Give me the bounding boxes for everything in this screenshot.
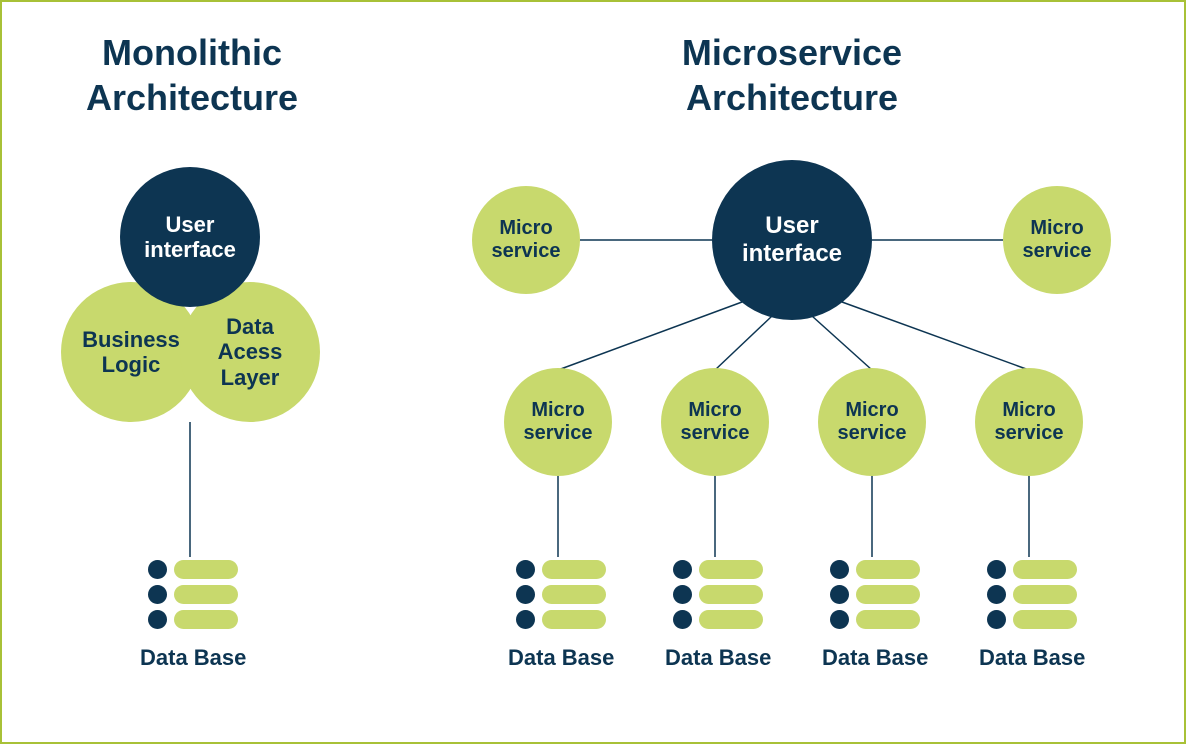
db-bar-icon — [542, 560, 606, 579]
db-bar-icon — [542, 585, 606, 604]
db-row — [148, 560, 238, 579]
db-row — [987, 610, 1077, 629]
db-dot-icon — [516, 560, 535, 579]
db-bar-icon — [1013, 560, 1077, 579]
db-dot-icon — [673, 560, 692, 579]
microservice-node-4: Micro service — [975, 368, 1083, 476]
db-bar-icon — [699, 585, 763, 604]
db-label: Data Base — [979, 645, 1085, 671]
db-dot-icon — [673, 610, 692, 629]
microservice-database-3: Data Base — [822, 560, 928, 671]
db-bar-icon — [856, 610, 920, 629]
db-dot-icon — [516, 585, 535, 604]
db-dot-icon — [830, 585, 849, 604]
db-dot-icon — [830, 610, 849, 629]
db-row — [516, 560, 606, 579]
db-row — [830, 560, 920, 579]
db-row — [516, 610, 606, 629]
microservice-database-2: Data Base — [665, 560, 771, 671]
db-bar-icon — [174, 585, 238, 604]
db-dot-icon — [516, 610, 535, 629]
db-label: Data Base — [508, 645, 614, 671]
db-row — [148, 585, 238, 604]
db-row — [148, 610, 238, 629]
db-bar-icon — [174, 610, 238, 629]
db-row — [830, 610, 920, 629]
microservice-node-top-left: Micro service — [472, 186, 580, 294]
db-dot-icon — [673, 585, 692, 604]
db-dot-icon — [148, 560, 167, 579]
db-row — [987, 560, 1077, 579]
db-dot-icon — [830, 560, 849, 579]
db-row — [987, 585, 1077, 604]
db-dot-icon — [987, 585, 1006, 604]
db-bar-icon — [174, 560, 238, 579]
monolithic-ui-circle: User interface — [120, 167, 260, 307]
db-bar-icon — [699, 610, 763, 629]
db-bar-icon — [856, 585, 920, 604]
microservice-database-4: Data Base — [979, 560, 1085, 671]
db-row — [673, 585, 763, 604]
db-bar-icon — [856, 560, 920, 579]
microservice-node-top-right: Micro service — [1003, 186, 1111, 294]
db-dot-icon — [148, 585, 167, 604]
microservice-node-2: Micro service — [661, 368, 769, 476]
db-row — [673, 560, 763, 579]
monolithic-database: Data Base — [140, 560, 246, 671]
db-bar-icon — [542, 610, 606, 629]
microservice-node-3: Micro service — [818, 368, 926, 476]
microservice-title: Microservice Architecture — [592, 30, 992, 120]
microservice-database-1: Data Base — [508, 560, 614, 671]
db-row — [830, 585, 920, 604]
microservice-ui-circle: User interface — [712, 160, 872, 320]
db-bar-icon — [1013, 610, 1077, 629]
db-label: Data Base — [140, 645, 246, 671]
db-bar-icon — [1013, 585, 1077, 604]
db-row — [516, 585, 606, 604]
db-row — [673, 610, 763, 629]
diagram-frame: Monolithic Architecture Business Logic D… — [0, 0, 1186, 744]
db-dot-icon — [987, 610, 1006, 629]
microservice-node-1: Micro service — [504, 368, 612, 476]
monolithic-title: Monolithic Architecture — [42, 30, 342, 120]
db-bar-icon — [699, 560, 763, 579]
db-label: Data Base — [665, 645, 771, 671]
db-dot-icon — [987, 560, 1006, 579]
db-dot-icon — [148, 610, 167, 629]
db-label: Data Base — [822, 645, 928, 671]
